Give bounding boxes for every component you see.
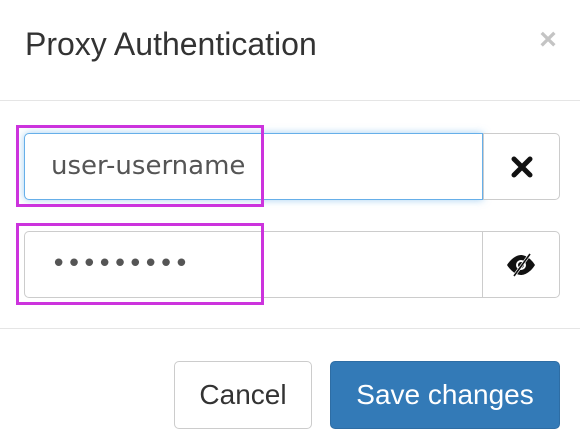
save-changes-button[interactable]: Save changes: [330, 361, 560, 429]
password-input-group: •••••••••: [24, 231, 560, 298]
dialog-header: Proxy Authentication ×: [0, 0, 580, 101]
close-x-icon: [511, 156, 533, 178]
cancel-button[interactable]: Cancel: [174, 361, 312, 429]
proxy-auth-dialog: Proxy Authentication × user-username •••…: [0, 0, 580, 448]
dialog-title: Proxy Authentication: [25, 26, 317, 62]
close-button[interactable]: ×: [533, 24, 563, 56]
eye-visibility-icon: [504, 252, 538, 278]
dialog-footer: Cancel Save changes: [0, 328, 580, 448]
username-input-group: user-username: [24, 133, 560, 200]
username-input[interactable]: user-username: [24, 133, 483, 200]
toggle-password-visibility-button[interactable]: [482, 231, 560, 298]
password-input[interactable]: •••••••••: [24, 231, 482, 298]
clear-username-button[interactable]: [483, 133, 560, 200]
